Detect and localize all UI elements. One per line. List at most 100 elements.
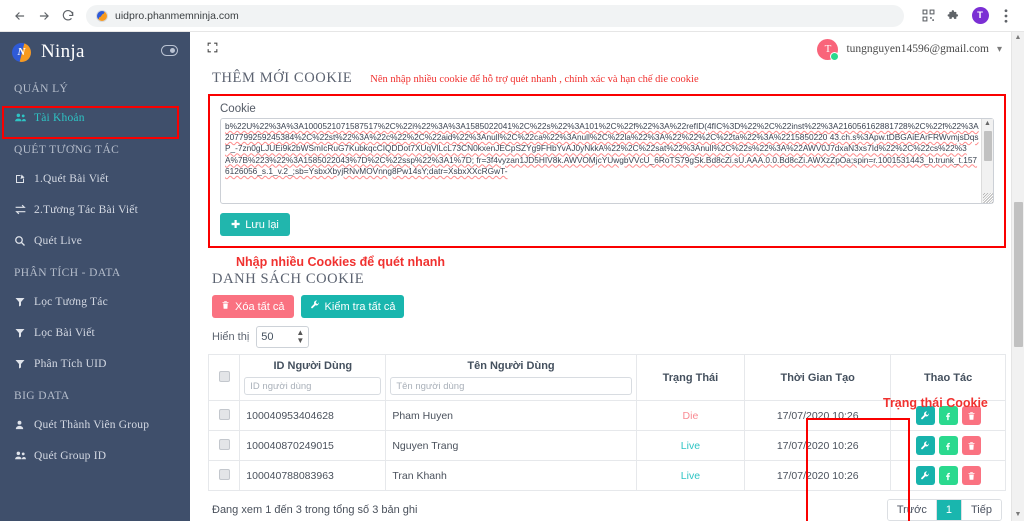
sidebar-item-tuong-tac-bai-viet[interactable]: 2.Tương Tác Bài Viết <box>0 194 190 225</box>
row-select-cell[interactable] <box>207 430 241 461</box>
user-email: tungnguyen14596@gmail.com <box>846 43 989 55</box>
chevron-down-icon: ▾ <box>996 43 1002 55</box>
select-all-checkbox[interactable] <box>218 370 230 382</box>
cell-name: Nguyen Trang <box>385 430 637 461</box>
annotation-multi-cookies: Nhập nhiều Cookies để quét nhanh <box>236 255 446 269</box>
save-button[interactable]: ✚ Lưu lại <box>220 213 290 236</box>
wrench-icon[interactable] <box>915 436 935 455</box>
column-uid-label: ID Người Dùng <box>273 360 353 372</box>
row-select-cell[interactable] <box>207 400 241 431</box>
ninja-logo-letter: N <box>17 46 26 58</box>
pagination-next[interactable]: Tiếp <box>962 500 1001 520</box>
status-text: Live <box>680 439 701 452</box>
sidebar-item-quet-live[interactable]: Quét Live <box>0 225 190 256</box>
site-favicon <box>96 9 108 22</box>
filter-icon <box>14 296 34 308</box>
pagination-page-1[interactable]: 1 <box>936 500 962 520</box>
wrench-icon[interactable] <box>915 466 935 485</box>
uid-filter-input[interactable]: ID người dùng <box>244 377 382 395</box>
page-scroll-thumb[interactable] <box>1013 202 1023 347</box>
sidebar-item-label: 2.Tương Tác Bài Viết <box>34 203 138 216</box>
page-scroll-up-icon[interactable]: ▲ <box>1015 32 1022 44</box>
select-all-header[interactable] <box>207 354 241 401</box>
sidebar-section-big-data: BIG DATA <box>14 390 70 402</box>
column-status: Trạng Thái <box>635 354 746 401</box>
sidebar-section-quet-tuong-tac: QUÉT TƯƠNG TÁC <box>14 144 120 156</box>
search-icon <box>14 235 34 247</box>
textarea-scrollbar[interactable]: ▲ ▼ <box>981 119 993 203</box>
show-entries-select[interactable]: 50 ▲ ▼ <box>256 326 310 348</box>
status-text: Live <box>680 469 701 482</box>
row-action-group <box>897 436 999 455</box>
sidebar-item-quet-group-id[interactable]: Quét Group ID <box>0 440 190 471</box>
sidebar-item-label: Quét Thành Viên Group <box>34 418 150 431</box>
qr-code-icon[interactable] <box>918 6 938 26</box>
exchange-arrows-icon <box>14 203 34 216</box>
table-header-row: ID Người Dùng ID người dùng Tên Người Dù… <box>207 354 1006 401</box>
address-bar-url: uidpro.phanmemninja.com <box>115 9 239 22</box>
user-menu[interactable]: T tungnguyen14596@gmail.com ▾ <box>817 38 1002 61</box>
row-checkbox[interactable] <box>218 468 230 480</box>
trash-icon[interactable] <box>961 436 981 455</box>
show-entries-label: Hiển thị <box>212 331 250 343</box>
trash-icon <box>221 300 230 313</box>
sidebar-item-loc-tuong-tac[interactable]: Lọc Tương Tác <box>0 286 190 317</box>
row-action-group <box>897 466 999 485</box>
sidebar-item-label: Lọc Tương Tác <box>34 295 108 308</box>
name-filter-input[interactable]: Tên người dùng <box>390 377 632 395</box>
users-group-icon <box>14 111 34 124</box>
cell-name: Tran Khanh <box>385 460 637 491</box>
textarea-scroll-thumb[interactable] <box>983 131 992 161</box>
chrome-profile-avatar[interactable]: T <box>970 6 990 26</box>
filter-icon <box>14 327 34 339</box>
row-checkbox[interactable] <box>218 408 230 420</box>
plus-icon: ✚ <box>231 219 241 231</box>
save-button-label: Lưu lại <box>245 218 279 231</box>
cookie-list-actions: Xóa tất cả Kiểm tra tất cả <box>208 295 1006 318</box>
address-bar[interactable]: uidpro.phanmemninja.com <box>86 4 904 27</box>
avatar-initial: T <box>824 43 832 55</box>
sidebar: N Ninja QUẢN LÝ Tài Khoản QUÉT TƯƠNG TÁC… <box>0 32 190 521</box>
three-dot-menu-icon[interactable] <box>996 6 1016 26</box>
facebook-icon[interactable] <box>938 466 958 485</box>
table-body: 100040953404628 Pham Huyen Die 17/07/2020 1… <box>207 400 1006 491</box>
page-body: THÊM MỚI COOKIE Nên nhập nhiều cookie để… <box>190 66 1024 521</box>
row-select-cell[interactable] <box>207 460 241 491</box>
column-uid: ID Người Dùng ID người dùng <box>239 354 387 401</box>
sidebar-item-label: Quét Live <box>34 234 83 247</box>
back-arrow-icon[interactable] <box>8 4 32 28</box>
sidebar-item-quet-bai-viet[interactable]: 1.Quét Bài Viết <box>0 163 190 194</box>
cookie-textarea[interactable]: b%22U%22%3A%3A1000521071587517%2C%22i%22… <box>220 118 994 204</box>
sidebar-item-quet-thanh-vien-group[interactable]: Quét Thành Viên Group <box>0 409 190 440</box>
pagination-info: Đang xem 1 đến 3 trong tổng số 3 bản ghi <box>212 504 418 516</box>
reload-icon[interactable] <box>56 4 80 28</box>
check-all-label: Kiểm tra tất cả <box>324 300 396 313</box>
expand-fullscreen-icon[interactable] <box>206 41 219 57</box>
pagination-prev[interactable]: Trước <box>887 500 937 520</box>
table-row[interactable]: 100040788083963 Tran Khanh Live 17/07/2020 … <box>207 460 1006 491</box>
row-checkbox[interactable] <box>218 438 230 450</box>
page-scrollbar[interactable]: ▲ ▼ <box>1011 32 1024 521</box>
cell-created: 17/07/2020 10:26 <box>744 460 892 491</box>
textarea-resize-grip[interactable] <box>983 193 993 203</box>
sidebar-item-phan-tich-uid[interactable]: Phân Tích UID <box>0 348 190 379</box>
scroll-up-icon[interactable]: ▲ <box>984 119 991 129</box>
page-scroll-down-icon[interactable]: ▼ <box>1015 509 1022 521</box>
cell-uid: 100040788083963 <box>239 460 387 491</box>
stepper-arrows-icon: ▲ ▼ <box>296 328 305 345</box>
sidebar-item-loc-bai-viet[interactable]: Lọc Bài Viết <box>0 317 190 348</box>
table-row[interactable]: 100040870249015 Nguyen Trang Live 17/07/202… <box>207 430 1006 461</box>
sidebar-brand[interactable]: N Ninja <box>0 32 190 72</box>
forward-arrow-icon[interactable] <box>32 4 56 28</box>
trash-icon[interactable] <box>961 466 981 485</box>
add-cookie-panel: Cookie b%22U%22%3A%3A1000521071587517%2C… <box>208 94 1006 248</box>
collapse-toggle-icon[interactable] <box>161 45 178 56</box>
column-actions: Thao Tác <box>890 354 1006 401</box>
check-all-button[interactable]: Kiểm tra tất cả <box>300 295 405 318</box>
delete-all-button[interactable]: Xóa tất cả <box>212 295 294 318</box>
facebook-icon[interactable] <box>938 436 958 455</box>
sidebar-item-tai-khoan[interactable]: Tài Khoản <box>0 102 190 133</box>
main-content: T tungnguyen14596@gmail.com ▾ THÊM MỚI C… <box>190 32 1024 521</box>
puzzle-piece-icon[interactable] <box>944 6 964 26</box>
cookie-list-title: DANH SÁCH COOKIE <box>212 271 365 287</box>
